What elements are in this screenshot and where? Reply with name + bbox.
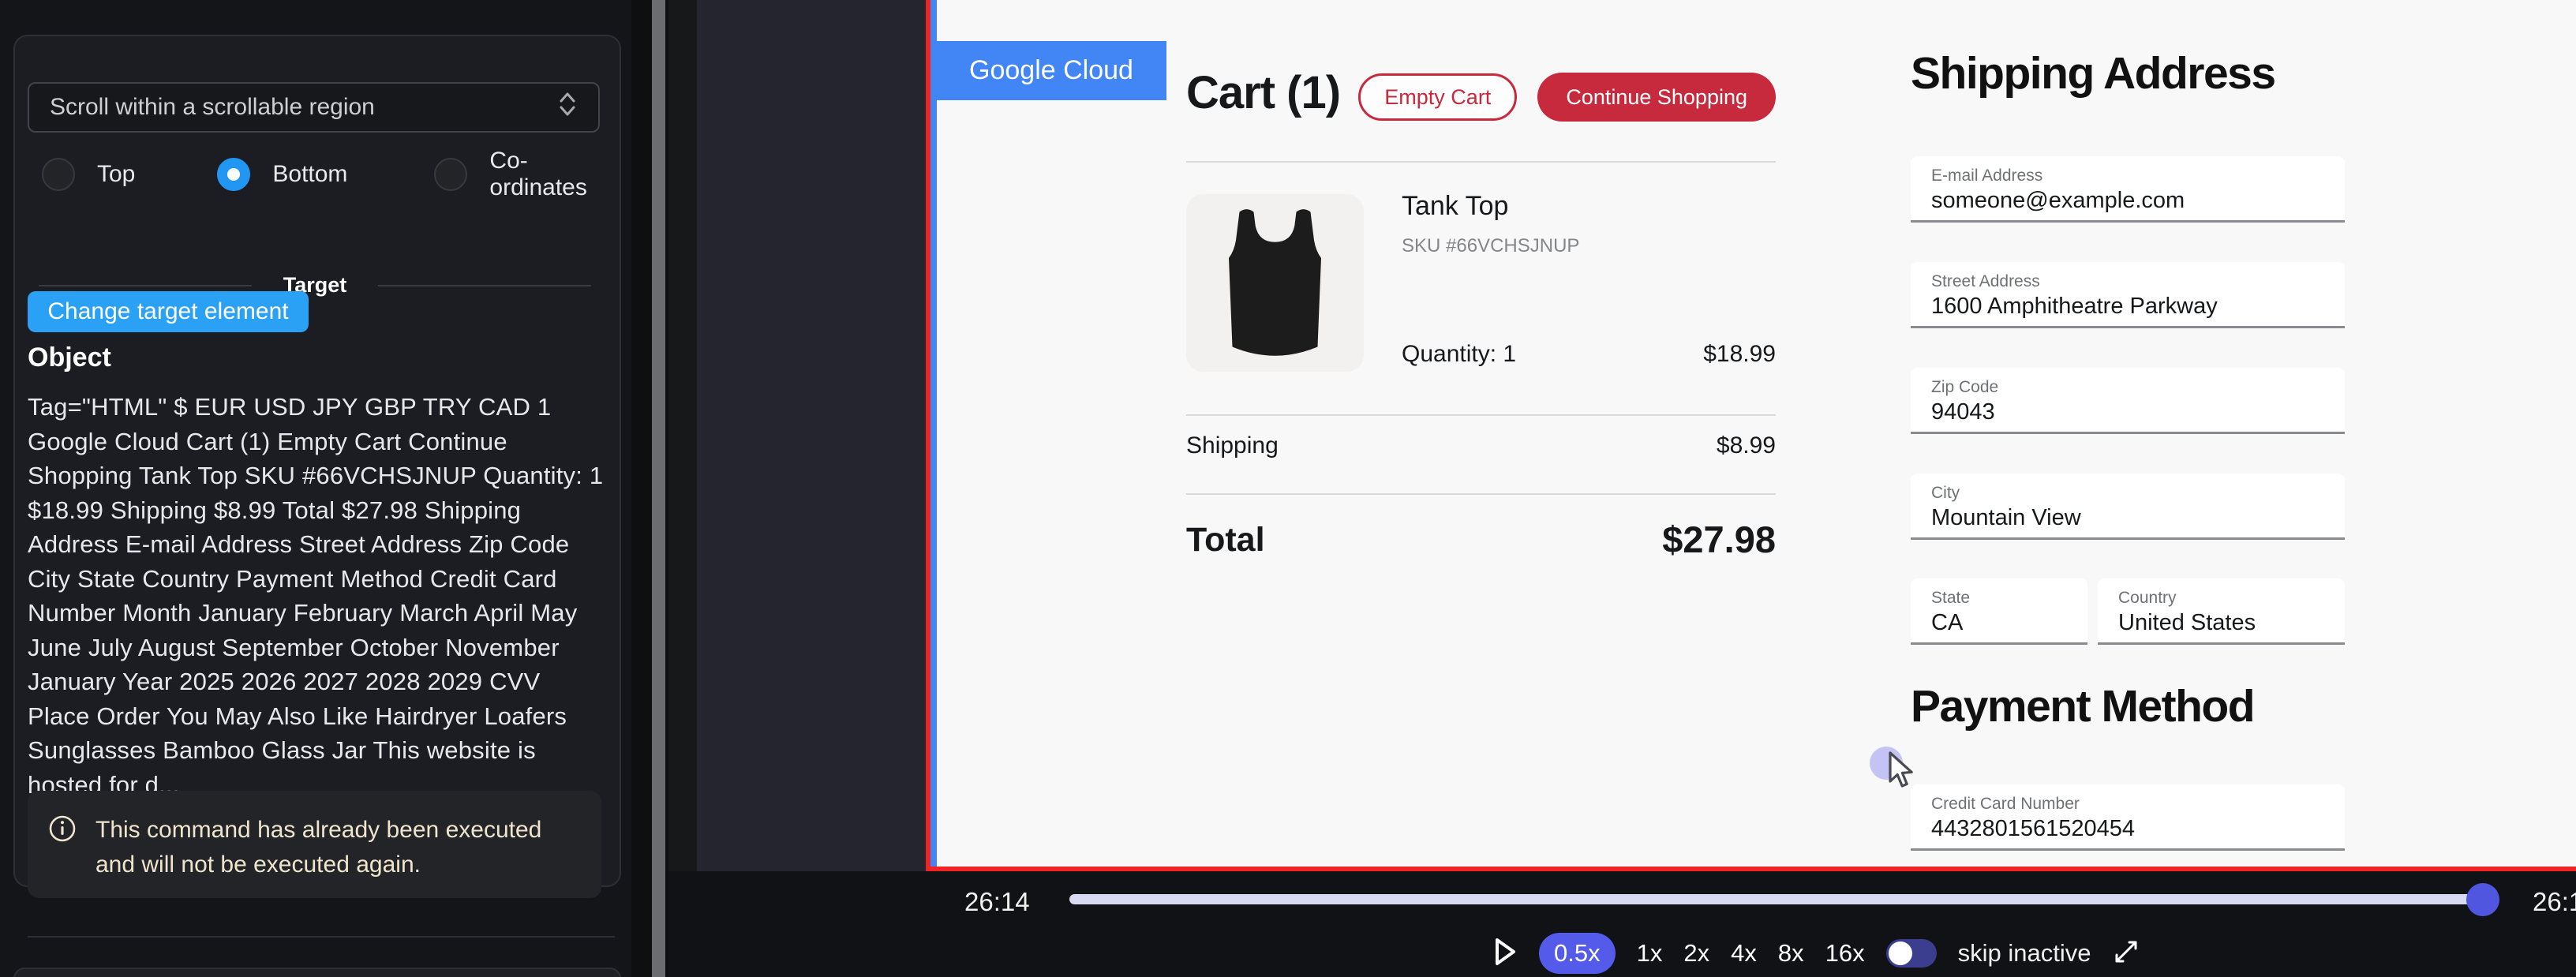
info-icon <box>48 814 77 898</box>
product-sku: SKU #66VCHSJNUP <box>1402 235 1579 257</box>
product-image-tank-top[interactable] <box>1186 194 1364 372</box>
executed-notice: This command has already been executed a… <box>28 791 601 898</box>
zip-field[interactable]: Zip Code 94043 <box>1911 368 2345 434</box>
element-outline-red-left <box>926 0 930 871</box>
radio-top-label: Top <box>97 161 135 188</box>
product-quantity: Quantity: 1 <box>1402 341 1516 368</box>
country-value: United States <box>2118 610 2256 636</box>
sidebar-divider <box>28 936 615 938</box>
scroll-position-options: Top Bottom Co-ordinates <box>28 155 604 194</box>
speed-4x[interactable]: 4x <box>1731 939 1757 968</box>
state-label: State <box>1931 589 1970 608</box>
shipping-label: Shipping <box>1186 432 1279 459</box>
timeline-slider[interactable] <box>1069 894 2484 904</box>
command-card: Scroll within a scrollable region Top Bo… <box>13 35 621 887</box>
mouse-cursor-icon <box>1884 750 1919 795</box>
total-value: $27.98 <box>1662 518 1776 561</box>
divider-line <box>1186 161 1776 163</box>
executed-notice-text: This command has already been executed a… <box>95 813 581 898</box>
playback-controls: 0.5x 1x 2x 4x 8x 16x skip inactive <box>1492 931 2140 975</box>
total-label: Total <box>1186 521 1265 560</box>
next-command-card[interactable] <box>13 968 621 977</box>
current-time: 26:14 <box>964 887 1030 917</box>
credit-card-field[interactable]: Credit Card Number 4432801561520454 <box>1911 784 2345 851</box>
empty-cart-button[interactable]: Empty Cart <box>1358 73 1517 121</box>
city-value: Mountain View <box>1931 505 2081 531</box>
email-field[interactable]: E-mail Address someone@example.com <box>1911 156 2345 223</box>
site-logo[interactable]: Google Cloud <box>937 41 1166 100</box>
street-label: Street Address <box>1931 272 2040 291</box>
replay-player-bar: 26:14 26:1 0.5x 1x 2x 4x 8x 16x skip ina… <box>668 871 2576 977</box>
divider-line <box>1186 414 1776 416</box>
country-label: Country <box>2118 589 2177 608</box>
object-description: Tag="HTML" $ EUR USD JPY GBP TRY CAD 1 G… <box>28 390 604 802</box>
stage-panel <box>697 0 926 871</box>
speed-1x[interactable]: 1x <box>1637 939 1663 968</box>
change-target-button[interactable]: Change target element <box>28 291 309 332</box>
city-field[interactable]: City Mountain View <box>1911 474 2345 540</box>
radio-coordinates[interactable] <box>434 158 467 191</box>
product-price: $18.99 <box>1703 341 1776 368</box>
divider-line <box>378 285 591 286</box>
fullscreen-icon[interactable] <box>2112 938 2140 970</box>
zip-value: 94043 <box>1931 399 1995 425</box>
product-name: Tank Top <box>1402 191 1508 222</box>
checkout-form: Shipping Address E-mail Address someone@… <box>1911 0 2345 867</box>
speed-2x[interactable]: 2x <box>1683 939 1709 968</box>
skip-inactive-toggle[interactable] <box>1886 939 1937 968</box>
app-root: Scroll within a scrollable region Top Bo… <box>0 0 2576 977</box>
divider-line <box>1186 493 1776 495</box>
credit-card-label: Credit Card Number <box>1931 795 2080 814</box>
command-type-value: Scroll within a scrollable region <box>50 94 557 121</box>
email-value: someone@example.com <box>1931 188 2185 214</box>
shipping-value: $8.99 <box>1717 432 1776 459</box>
speed-8x[interactable]: 8x <box>1778 939 1804 968</box>
country-field[interactable]: Country United States <box>2098 578 2345 645</box>
email-label: E-mail Address <box>1931 167 2042 185</box>
payment-method-heading: Payment Method <box>1911 680 2254 732</box>
sidebar-scrollbar[interactable] <box>652 0 665 977</box>
state-field[interactable]: State CA <box>1911 578 2087 645</box>
continue-shopping-button[interactable]: Continue Shopping <box>1537 73 1776 122</box>
timeline-thumb[interactable] <box>2466 883 2499 916</box>
credit-card-value: 4432801561520454 <box>1931 816 2135 842</box>
shipping-address-heading: Shipping Address <box>1911 47 2275 99</box>
radio-bottom[interactable] <box>217 158 250 191</box>
element-highlight-blue <box>930 0 937 867</box>
cart-section: Cart (1) Empty Cart Continue Shopping Ta… <box>1186 0 1776 867</box>
toggle-knob <box>1889 941 1912 965</box>
replay-viewport: Google Cloud Cart (1) Empty Cart Continu… <box>937 0 2576 867</box>
city-label: City <box>1931 484 1960 503</box>
cart-actions: Empty Cart Continue Shopping <box>1358 73 1776 122</box>
zip-label: Zip Code <box>1931 378 1998 397</box>
play-icon[interactable] <box>1492 936 1518 971</box>
sidebar: Scroll within a scrollable region Top Bo… <box>0 0 631 977</box>
speed-0-5x[interactable]: 0.5x <box>1539 933 1616 974</box>
divider-line <box>39 285 252 286</box>
radio-bottom-label: Bottom <box>272 161 347 188</box>
speed-16x[interactable]: 16x <box>1825 939 1865 968</box>
street-field[interactable]: Street Address 1600 Amphitheatre Parkway <box>1911 262 2345 328</box>
radio-top[interactable] <box>42 158 75 191</box>
state-value: CA <box>1931 610 1963 636</box>
skip-inactive-label: skip inactive <box>1958 939 2091 968</box>
radio-coordinates-label: Co-ordinates <box>489 148 604 201</box>
object-heading: Object <box>28 343 111 373</box>
command-type-select[interactable]: Scroll within a scrollable region <box>28 82 600 133</box>
cart-title: Cart (1) <box>1186 66 1340 119</box>
chevron-updown-icon <box>557 91 578 124</box>
street-value: 1600 Amphitheatre Parkway <box>1931 294 2218 320</box>
sidebar-scroll-gutter <box>631 0 668 977</box>
total-time: 26:1 <box>2533 887 2576 917</box>
